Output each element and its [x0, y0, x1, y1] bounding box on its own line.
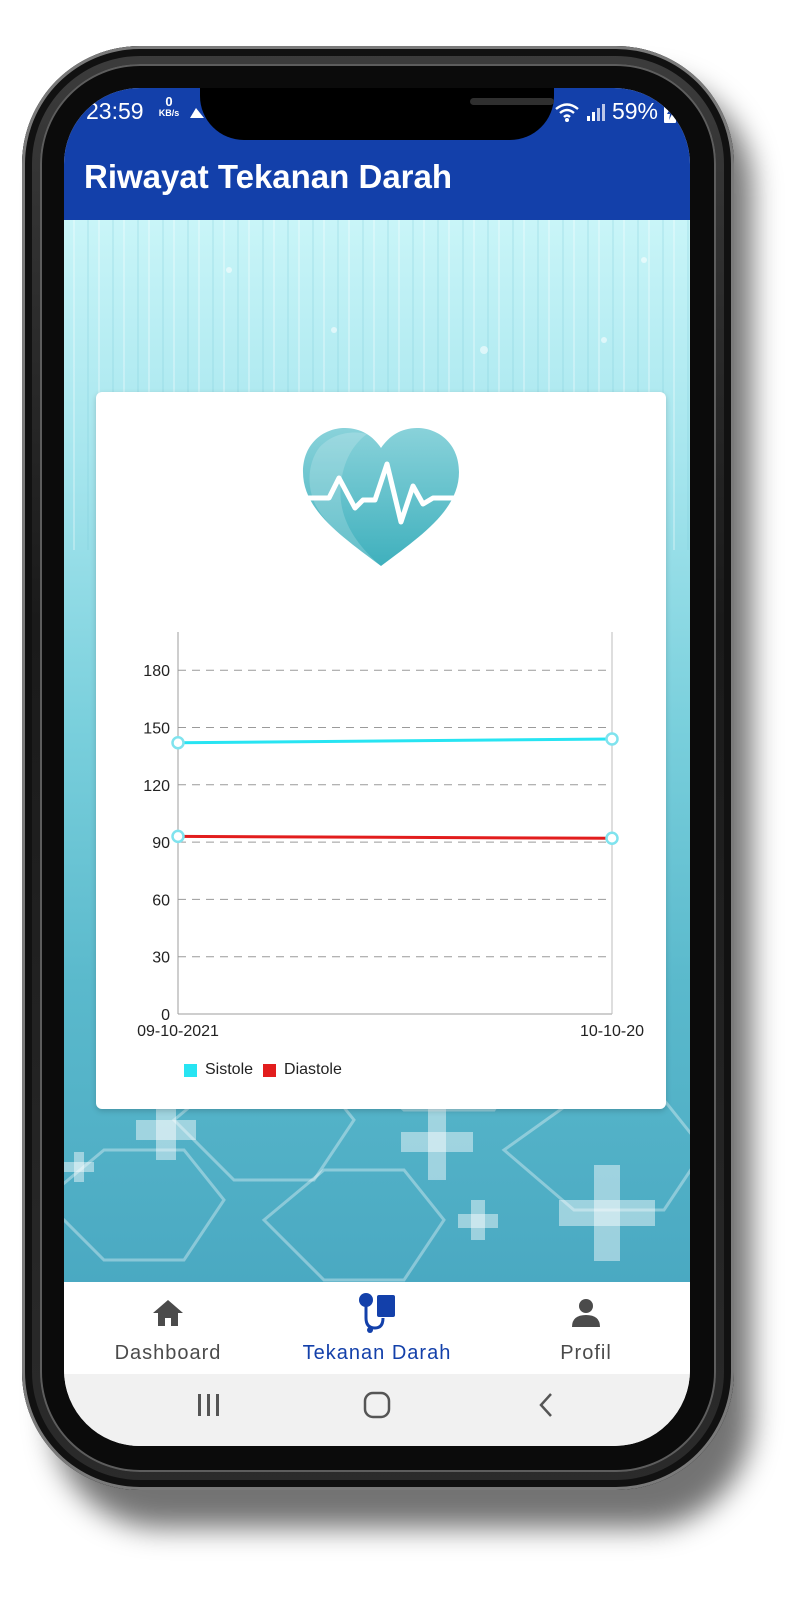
y-tick-label-0: 0: [161, 1007, 170, 1024]
legend-swatch-sistole: [184, 1063, 197, 1077]
nav-label-profil: Profil: [560, 1342, 612, 1364]
battery-icon: [664, 100, 676, 123]
signal-icon: [586, 103, 605, 121]
data-point-sistole-0: [171, 736, 185, 750]
x-tick-label-1: 10-10-20: [580, 1023, 644, 1040]
nav-label-tekanan-darah: Tekanan Darah: [302, 1342, 452, 1364]
camera-notch: [200, 88, 554, 140]
home-icon: [153, 1300, 183, 1326]
person-icon: [572, 1299, 600, 1327]
blood-pressure-card: 0 30 60 90 120 150 180 09-10-2021 10-10-20 Sisto…: [96, 392, 666, 1109]
y-tick-label-120: 120: [143, 778, 170, 795]
data-point-diastole-0: [171, 829, 185, 844]
y-tick-label-30: 30: [152, 950, 170, 967]
y-tick-label-90: 90: [152, 835, 170, 852]
net-speed-indicator: 0 KB/s: [155, 95, 183, 118]
y-tick-label-180: 180: [143, 663, 170, 680]
system-navigation-bar: [64, 1374, 690, 1446]
phone-screen: 23:59 0 KB/s 59% Riwayat Tekanan Darah 0…: [64, 88, 690, 1446]
x-tick-label-0: 09-10-2021: [137, 1023, 219, 1040]
series-line-sistole: [177, 737, 613, 745]
data-point-sistole-1: [605, 732, 619, 746]
y-tick-label-150: 150: [143, 721, 170, 738]
content-area: 0 30 60 90 120 150 180 09-10-2021 10-10-20 Sisto…: [64, 220, 690, 1282]
series-line-diastole: [177, 834, 613, 840]
legend-label-diastole: Diastole: [284, 1061, 342, 1078]
home-button-icon[interactable]: [362, 1390, 392, 1420]
net-speed-unit: KB/s: [158, 108, 180, 118]
legend-label-sistole: Sistole: [205, 1061, 254, 1078]
y-tick-label-60: 60: [152, 892, 170, 909]
recent-apps-icon[interactable]: [196, 1390, 222, 1420]
nav-item-profil[interactable]: Profil: [482, 1282, 690, 1374]
net-speed-value: 0: [165, 94, 173, 109]
nav-item-tekanan-darah[interactable]: Tekanan Darah: [273, 1282, 481, 1374]
heart-pulse-icon: [301, 428, 461, 566]
chart-legend: Sistole Diastole: [184, 1058, 352, 1082]
app-bar: Riwayat Tekanan Darah: [64, 132, 690, 220]
bottom-navigation: Dashboard Tekanan Darah Profil: [64, 1282, 690, 1374]
blood-pressure-icon: [359, 1293, 395, 1333]
nav-item-dashboard[interactable]: Dashboard: [64, 1282, 272, 1374]
page-title: Riwayat Tekanan Darah: [84, 158, 453, 195]
status-right-group: 59%: [554, 98, 676, 125]
back-icon[interactable]: [534, 1390, 558, 1420]
status-time: 23:59: [86, 98, 144, 124]
earpiece-speaker: [470, 98, 554, 105]
blood-pressure-chart: 0 30 60 90 120 150 180 09-10-2021 10-10-20: [137, 632, 644, 1040]
data-point-diastole-1: [605, 831, 619, 846]
legend-swatch-diastole: [263, 1063, 277, 1077]
nav-label-dashboard: Dashboard: [114, 1342, 222, 1364]
battery-percent: 59%: [611, 98, 658, 124]
wifi-icon: [555, 102, 579, 122]
